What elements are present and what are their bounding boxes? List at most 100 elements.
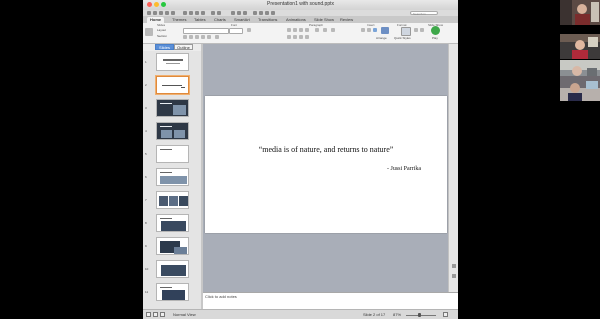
redo-icon[interactable] — [217, 11, 221, 15]
arrange-icon[interactable] — [381, 27, 389, 34]
panel-tabs: Slides Outline — [155, 44, 201, 50]
participant-video-1 — [560, 0, 600, 25]
zoom-icon[interactable] — [265, 11, 269, 15]
slide-quote-text[interactable]: “media is of nature, and returns to natu… — [205, 145, 447, 154]
slide-attribution-text[interactable]: - Jussi Parrika — [387, 166, 421, 172]
slide-thumbnail-3[interactable] — [156, 99, 189, 117]
strikethrough-icon[interactable] — [207, 35, 211, 39]
justify-icon[interactable] — [305, 35, 309, 39]
print-icon[interactable] — [171, 11, 175, 15]
underline-icon[interactable] — [195, 35, 199, 39]
slide-thumbnail-6[interactable] — [156, 168, 189, 186]
help-icon[interactable] — [271, 11, 275, 15]
play-button[interactable]: Play — [432, 36, 438, 40]
zoom-slider[interactable] — [406, 313, 436, 317]
section-button[interactable]: Section — [157, 34, 167, 38]
zoom-level: 87% — [393, 312, 402, 317]
slide-number: 3 — [145, 106, 147, 110]
tab-slides[interactable]: Slides — [155, 44, 174, 50]
save-icon[interactable] — [165, 11, 169, 15]
play-icon[interactable] — [431, 26, 440, 35]
slide-thumbnail-panel[interactable]: 1 2 3 4 5 6 7 8 9 10 11 — [143, 51, 201, 309]
text-box-icon[interactable] — [361, 28, 365, 32]
convert-to-smartart-icon[interactable] — [331, 28, 335, 32]
current-slide[interactable]: “media is of nature, and returns to natu… — [205, 96, 447, 233]
bold-icon[interactable] — [183, 35, 187, 39]
slide-show-view-icon[interactable] — [160, 312, 165, 317]
vertical-scrollbar[interactable] — [448, 44, 458, 292]
new-file-icon[interactable] — [147, 11, 151, 15]
slide-number: 2 — [145, 83, 147, 87]
slide-thumbnail-9[interactable] — [156, 237, 189, 255]
slide-number: 11 — [145, 290, 149, 294]
arrange-button[interactable]: Arrange — [376, 36, 387, 40]
slide-number: 7 — [145, 198, 147, 202]
picture-icon[interactable] — [373, 28, 377, 32]
slide-thumbnail-4[interactable] — [156, 122, 189, 140]
notes-pane[interactable]: Click to add notes — [203, 292, 458, 310]
group-label-insert: Insert — [367, 23, 375, 27]
quick-styles-button[interactable]: Quick Styles — [394, 36, 411, 40]
status-bar: Normal View Slide 2 of 17 87% — [143, 309, 458, 319]
slide-thumbnail-1[interactable] — [156, 53, 189, 71]
numbering-icon[interactable] — [293, 28, 297, 32]
undo-icon[interactable] — [211, 11, 215, 15]
align-left-icon[interactable] — [287, 35, 291, 39]
slide-thumbnail-2[interactable] — [156, 76, 189, 94]
text-direction-icon[interactable] — [315, 28, 319, 32]
notes-placeholder[interactable]: Click to add notes — [205, 294, 237, 299]
open-icon[interactable] — [159, 11, 163, 15]
text-color-icon[interactable] — [215, 35, 219, 39]
italic-icon[interactable] — [189, 35, 193, 39]
insert-shape-icon[interactable] — [231, 11, 235, 15]
increase-indent-icon[interactable] — [305, 28, 309, 32]
bullets-icon[interactable] — [287, 28, 291, 32]
window-title: Presentation1 with sound.pptx — [267, 1, 334, 7]
slide-thumbnail-8[interactable] — [156, 214, 189, 232]
slide-sorter-view-icon[interactable] — [153, 312, 158, 317]
templates-icon[interactable] — [153, 11, 157, 15]
clear-formatting-icon[interactable] — [247, 28, 251, 32]
toolbox-icon[interactable] — [259, 11, 263, 15]
slide-thumbnail-5[interactable] — [156, 145, 189, 163]
slide-counter: Slide 2 of 17 — [363, 312, 386, 317]
cut-icon[interactable] — [183, 11, 187, 15]
fit-to-window-icon[interactable] — [443, 312, 448, 317]
quick-styles-icon[interactable] — [401, 27, 411, 36]
next-slide-icon[interactable] — [452, 274, 456, 278]
participant-video-4 — [560, 76, 600, 101]
slide-thumbnail-11[interactable] — [156, 283, 189, 301]
new-slide-icon[interactable] — [145, 28, 153, 36]
paste-icon[interactable] — [195, 11, 199, 15]
format-painter-icon[interactable] — [201, 11, 205, 15]
normal-view-icon[interactable] — [146, 312, 151, 317]
slide-editing-area: “media is of nature, and returns to natu… — [203, 44, 458, 292]
insert-picture-icon[interactable] — [237, 11, 241, 15]
layout-button[interactable]: Layout — [157, 28, 166, 32]
slide-number: 9 — [145, 244, 147, 248]
copy-icon[interactable] — [189, 11, 193, 15]
slide-number: 4 — [145, 129, 147, 133]
insert-text-icon[interactable] — [243, 11, 247, 15]
slide-thumbnail-7[interactable] — [156, 191, 189, 209]
font-size-field[interactable] — [229, 28, 243, 34]
shape-icon[interactable] — [367, 28, 371, 32]
ribbon: Slides Font Paragraph Insert Format Slid… — [143, 23, 458, 44]
tab-outline[interactable]: Outline — [174, 44, 193, 50]
shape-outline-icon[interactable] — [420, 28, 424, 32]
align-center-icon[interactable] — [293, 35, 297, 39]
columns-icon[interactable] — [323, 28, 327, 32]
group-label-paragraph: Paragraph — [309, 23, 324, 27]
align-right-icon[interactable] — [299, 35, 303, 39]
slide-number: 8 — [145, 221, 147, 225]
previous-slide-icon[interactable] — [452, 264, 456, 268]
slide-thumbnail-10[interactable] — [156, 260, 189, 278]
shape-fill-icon[interactable] — [414, 28, 418, 32]
font-name-field[interactable] — [183, 28, 229, 34]
shadow-icon[interactable] — [201, 35, 205, 39]
search-input[interactable]: Search in Presentation — [410, 11, 438, 20]
gallery-icon[interactable] — [253, 11, 257, 15]
slide-number: 6 — [145, 175, 147, 179]
zoom-slider-handle[interactable] — [418, 313, 422, 317]
decrease-indent-icon[interactable] — [299, 28, 303, 32]
